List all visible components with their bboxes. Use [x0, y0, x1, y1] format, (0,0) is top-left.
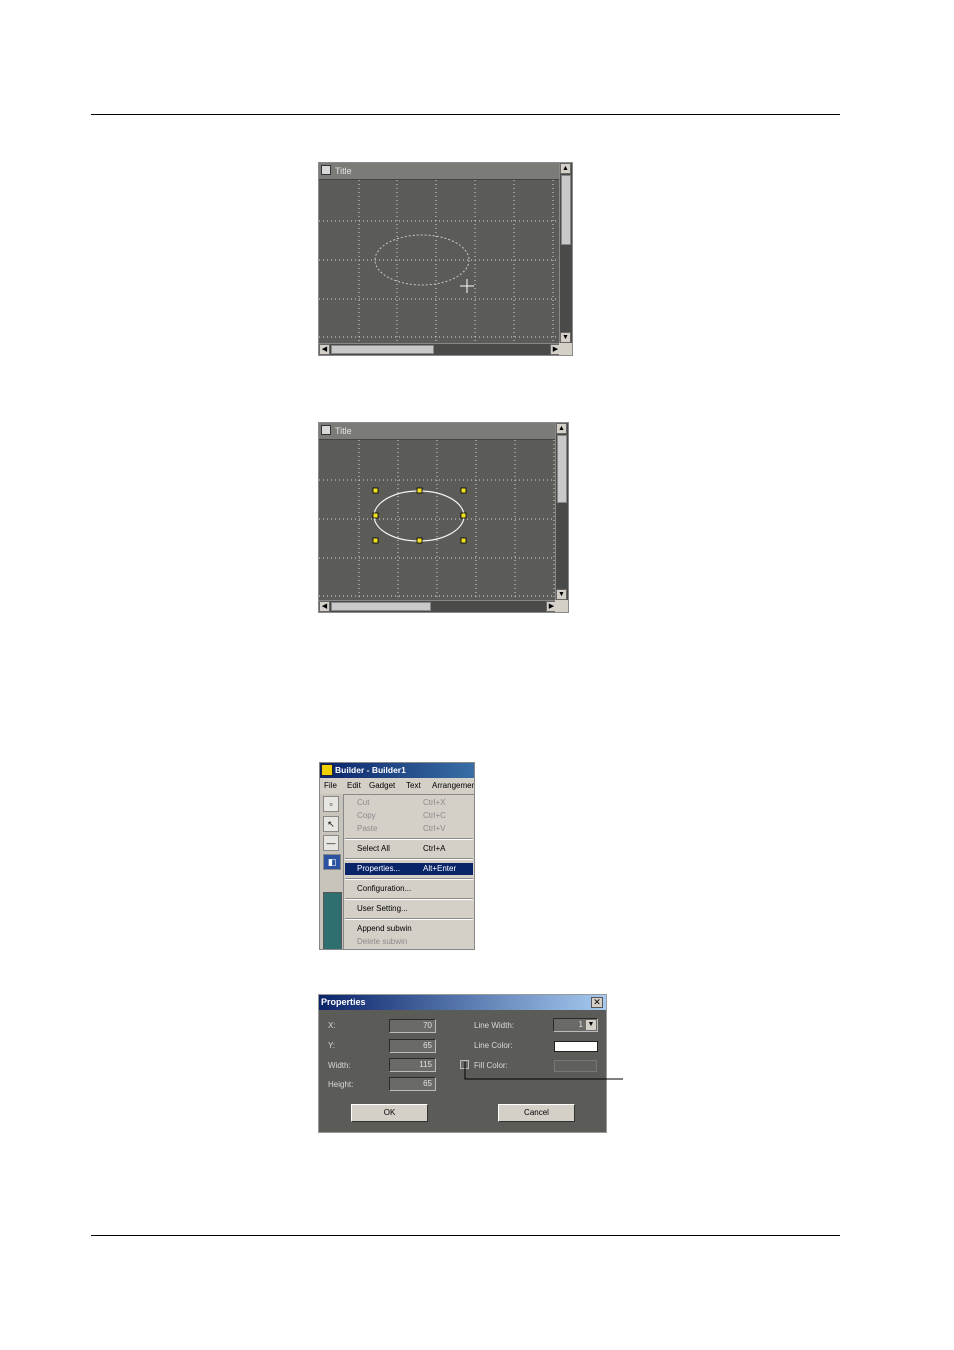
vertical-scrollbar[interactable]: ▲ ▼: [559, 163, 572, 344]
menu-arrangement[interactable]: Arrangemen: [432, 779, 474, 793]
properties-titlebar[interactable]: Properties: [319, 995, 606, 1010]
line-width-select[interactable]: 1 ▼: [553, 1018, 598, 1032]
line-width-value: 1: [578, 1020, 583, 1029]
scrollbar-thumb[interactable]: [331, 345, 434, 354]
horizontal-scrollbar[interactable]: ◀ ▶: [319, 600, 557, 612]
menu-edit[interactable]: Edit: [347, 779, 361, 793]
scroll-left-arrow-icon[interactable]: ◀: [319, 601, 330, 612]
builder-app-icon: [321, 764, 333, 776]
menu-item-cut[interactable]: Cut Ctrl+X: [345, 797, 473, 809]
horizontal-scrollbar[interactable]: ◀ ▶: [319, 343, 561, 355]
line-tool-icon[interactable]: —: [323, 835, 339, 851]
menu-item-paste[interactable]: Paste Ctrl+V: [345, 823, 473, 835]
ellipse-selected[interactable]: [373, 490, 465, 542]
bottom-rule: [91, 1235, 840, 1236]
menu-gadget[interactable]: Gadget: [369, 779, 395, 793]
window-icon: [321, 165, 331, 175]
vertical-scrollbar[interactable]: ▲ ▼: [555, 423, 568, 601]
menu-item-user-setting[interactable]: User Setting...: [345, 903, 473, 915]
subwindow-titlebar[interactable]: Title: [319, 163, 561, 180]
scroll-down-arrow-icon[interactable]: ▼: [560, 332, 571, 343]
scroll-up-arrow-icon[interactable]: ▲: [560, 163, 571, 174]
menu-separator: [345, 898, 473, 900]
height-field[interactable]: 65: [389, 1077, 436, 1091]
subwindow-title: Title: [335, 426, 352, 436]
chevron-down-icon[interactable]: ▼: [586, 1020, 596, 1030]
height-label: Height:: [328, 1080, 354, 1089]
menu-item-select-all[interactable]: Select All Ctrl+A: [345, 843, 473, 855]
close-icon[interactable]: ✕: [591, 997, 603, 1008]
subwindow-title: Title: [335, 166, 352, 176]
scroll-left-arrow-icon[interactable]: ◀: [319, 344, 330, 355]
window-icon: [321, 425, 331, 435]
menu-text[interactable]: Text: [406, 779, 421, 793]
line-color-label: Line Color:: [474, 1041, 513, 1050]
new-document-icon[interactable]: ▫: [323, 796, 339, 812]
ellipse-outline-dashed: [374, 234, 470, 286]
x-label: X:: [328, 1021, 336, 1030]
menu-item-configuration[interactable]: Configuration...: [345, 883, 473, 895]
gadget-palette: [323, 892, 342, 949]
subwindow-tab-icon[interactable]: ◧: [323, 854, 341, 870]
menu-item-delete-subwin[interactable]: Delete subwin: [345, 936, 473, 948]
drawing-canvas[interactable]: [319, 440, 557, 601]
subwindow-selected: Title ▲ ▼ ◀ ▶: [318, 422, 569, 613]
menu-separator: [345, 918, 473, 920]
callout-line: [464, 1062, 623, 1080]
builder-window: Builder - Builder1 File Edit Gadget Text…: [319, 762, 475, 950]
menu-item-copy[interactable]: Copy Ctrl+C: [345, 810, 473, 822]
subwindow-titlebar[interactable]: Title: [319, 423, 557, 440]
y-field[interactable]: 65: [389, 1039, 436, 1053]
subwindow-drawing: Title ▲ ▼ ◀ ▶: [318, 162, 573, 356]
menu-item-properties[interactable]: Properties... Alt+Enter: [345, 863, 473, 875]
scrollbar-corner: [559, 343, 572, 355]
line-width-label: Line Width:: [474, 1021, 515, 1030]
menu-separator: [345, 838, 473, 840]
scrollbar-thumb[interactable]: [557, 435, 567, 503]
menu-item-append-subwin[interactable]: Append subwin: [345, 923, 473, 935]
x-field[interactable]: 70: [389, 1019, 436, 1033]
scroll-down-arrow-icon[interactable]: ▼: [556, 589, 567, 600]
properties-title: Properties: [321, 997, 366, 1007]
scroll-up-arrow-icon[interactable]: ▲: [556, 423, 567, 434]
menu-separator: [345, 858, 473, 860]
selection-handles[interactable]: [372, 487, 467, 544]
cancel-button[interactable]: Cancel: [498, 1104, 575, 1122]
builder-title: Builder - Builder1: [335, 765, 406, 775]
menu-bar: File Edit Gadget Text Arrangemen: [320, 779, 474, 793]
pointer-tool-icon[interactable]: ↖: [323, 816, 339, 832]
ok-button[interactable]: OK: [351, 1104, 428, 1122]
scrollbar-thumb[interactable]: [331, 602, 431, 611]
crosshair-cursor-icon: [460, 279, 474, 293]
y-label: Y:: [328, 1041, 336, 1050]
width-label: Width:: [328, 1061, 351, 1070]
scrollbar-thumb[interactable]: [561, 175, 571, 245]
edit-menu-dropdown: Cut Ctrl+X Copy Ctrl+C Paste Ctrl+V Select …: [343, 794, 474, 949]
menu-separator: [345, 878, 473, 880]
builder-titlebar[interactable]: Builder - Builder1: [320, 763, 474, 778]
drawing-canvas[interactable]: [319, 180, 561, 344]
line-color-swatch[interactable]: [554, 1041, 598, 1052]
menu-file[interactable]: File: [324, 779, 337, 793]
scrollbar-corner: [555, 600, 568, 612]
tool-column: ▫ ↖ — ◧: [320, 794, 343, 949]
width-field[interactable]: 115: [389, 1058, 436, 1072]
top-rule: [91, 114, 840, 115]
